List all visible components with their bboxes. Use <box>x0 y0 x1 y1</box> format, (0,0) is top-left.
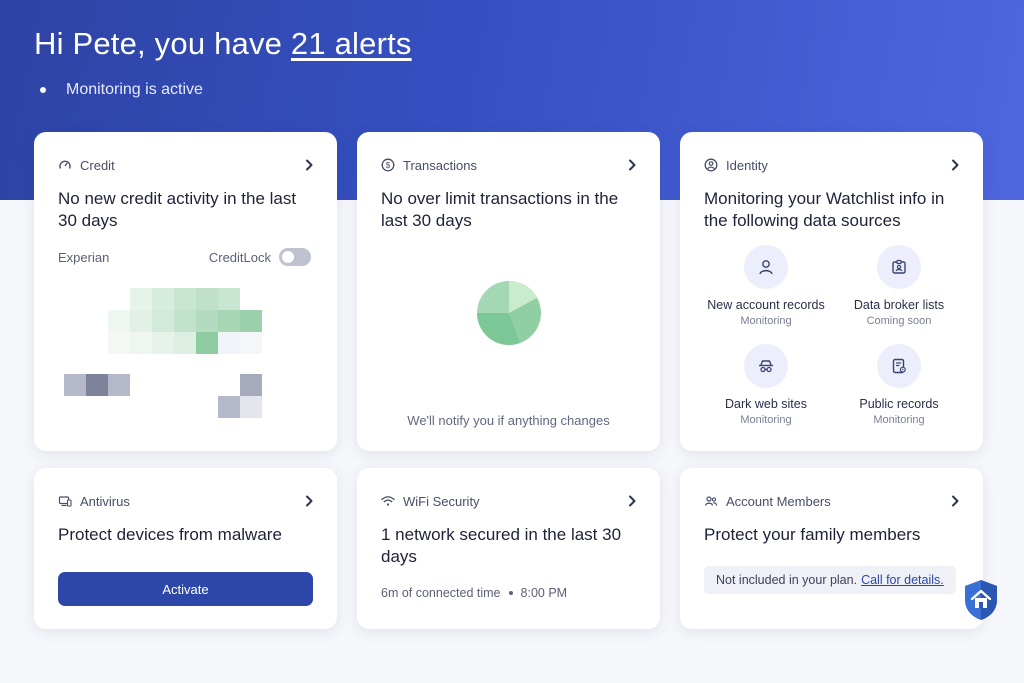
wifi-security-card[interactable]: WiFi Security 1 network secured in the l… <box>357 468 660 629</box>
separator-dot <box>508 591 513 595</box>
antivirus-headline: Protect devices from malware <box>58 525 282 544</box>
source-status: Monitoring <box>740 315 792 327</box>
heatmap-cells <box>64 288 262 418</box>
monitoring-status: Monitoring is active <box>40 81 203 99</box>
greeting-prefix: Hi Pete, you have <box>34 26 291 61</box>
monitoring-status-text: Monitoring is active <box>66 81 203 98</box>
wifi-meta: 6m of connected time 8:00 PM <box>381 586 567 600</box>
chevron-right-icon[interactable] <box>303 494 315 508</box>
id-badge-icon <box>877 245 921 289</box>
identity-card-header: Identity <box>704 156 961 174</box>
status-dot-icon <box>40 87 46 93</box>
creditlock-control: CreditLock <box>209 248 311 266</box>
credit-card-header: Credit <box>58 156 315 174</box>
account-members-card[interactable]: Account Members Protect your family memb… <box>680 468 983 629</box>
wifi-card-title: WiFi Security <box>403 493 480 509</box>
source-dark-web-sites[interactable]: Dark web sites Monitoring <box>701 344 831 428</box>
document-pin-icon <box>877 344 921 388</box>
members-card-title: Account Members <box>726 493 831 509</box>
transactions-card-title: Transactions <box>403 157 477 173</box>
wifi-card-header: WiFi Security <box>381 492 638 510</box>
person-icon <box>744 245 788 289</box>
svg-text:$: $ <box>386 161 391 170</box>
credit-card-title: Credit <box>80 157 115 173</box>
call-for-details-link[interactable]: Call for details. <box>861 573 944 587</box>
transactions-notice: We'll notify you if anything changes <box>407 413 610 428</box>
creditlock-label: CreditLock <box>208 249 271 265</box>
transactions-pie-graphic <box>477 281 541 345</box>
transactions-card-header: $ Transactions <box>381 156 638 174</box>
shield-home-icon <box>965 580 997 620</box>
identity-headline: Monitoring your Watchlist info in the fo… <box>704 189 945 230</box>
source-public-records[interactable]: Public records Monitoring <box>834 344 964 428</box>
source-status: Monitoring <box>873 414 925 426</box>
people-icon <box>704 494 718 508</box>
gauge-icon <box>58 158 72 172</box>
plan-notice: Not included in your plan. Call for deta… <box>704 566 956 594</box>
transactions-card[interactable]: $ Transactions No over limit transaction… <box>357 132 660 451</box>
alerts-link[interactable]: 21 alerts <box>291 26 412 61</box>
credit-headline: No new credit activity in the last 30 da… <box>58 189 297 230</box>
wifi-headline: 1 network secured in the last 30 days <box>381 525 622 566</box>
source-label: Public records <box>859 397 939 411</box>
plan-notice-text: Not included in your plan. <box>716 573 858 587</box>
identity-card[interactable]: Identity Monitoring your Watchlist info … <box>680 132 983 451</box>
source-label: Data broker lists <box>853 298 945 312</box>
connected-time: 6m of connected time <box>381 586 501 600</box>
antivirus-card-title: Antivirus <box>80 493 130 509</box>
credit-card[interactable]: Credit No new credit activity in the las… <box>34 132 337 451</box>
credit-bureau: Experian <box>58 250 110 265</box>
chevron-right-icon[interactable] <box>303 158 315 172</box>
source-label: Dark web sites <box>725 397 807 411</box>
source-status: Monitoring <box>740 414 792 426</box>
source-new-account-records[interactable]: New account records Monitoring <box>701 245 831 329</box>
user-circle-icon <box>704 158 718 172</box>
members-headline: Protect your family members <box>704 525 921 544</box>
antivirus-card[interactable]: Antivirus Protect devices from malware A… <box>34 468 337 629</box>
creditlock-toggle[interactable] <box>279 248 311 266</box>
antivirus-card-header: Antivirus <box>58 492 315 510</box>
dollar-circle-icon: $ <box>381 158 395 172</box>
wifi-icon <box>381 494 395 508</box>
credit-activity-heatmap <box>64 288 262 418</box>
last-connected-time: 8:00 PM <box>520 586 568 600</box>
source-status: Coming soon <box>866 315 932 327</box>
toggle-knob <box>282 251 294 263</box>
chevron-right-icon[interactable] <box>626 158 638 172</box>
chevron-right-icon[interactable] <box>626 494 638 508</box>
transactions-headline: No over limit transactions in the last 3… <box>381 189 619 230</box>
activate-button[interactable]: Activate <box>58 572 313 606</box>
greeting: Hi Pete, you have 21 alerts <box>34 26 412 62</box>
spy-icon <box>744 344 788 388</box>
source-label: New account records <box>707 298 825 312</box>
chevron-right-icon[interactable] <box>949 494 961 508</box>
members-card-header: Account Members <box>704 492 961 510</box>
identity-card-title: Identity <box>726 157 768 173</box>
source-data-broker-lists[interactable]: Data broker lists Coming soon <box>834 245 964 329</box>
chevron-right-icon[interactable] <box>949 158 961 172</box>
devices-icon <box>58 494 72 508</box>
